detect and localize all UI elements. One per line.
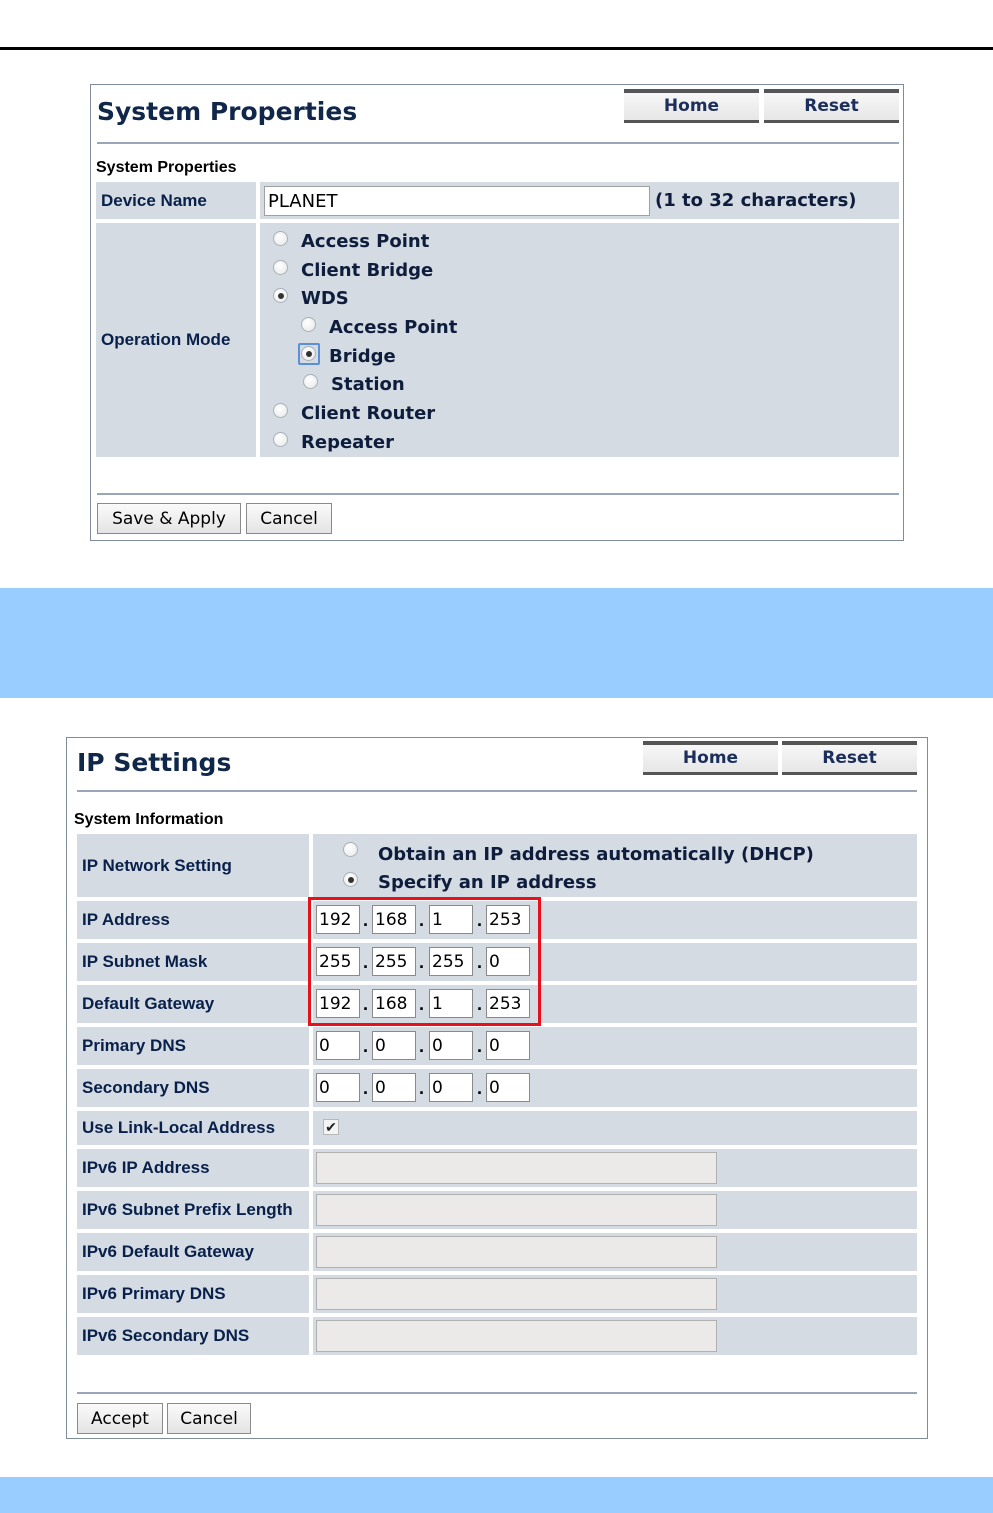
- radio-access-point[interactable]: [273, 231, 288, 246]
- radio-static-ip[interactable]: [343, 872, 358, 887]
- reset-button[interactable]: Reset: [782, 741, 917, 775]
- octet-separator: .: [477, 1078, 483, 1098]
- option-access-point: Access Point: [301, 231, 430, 252]
- octet-separator: .: [477, 1036, 483, 1056]
- default-gateway-label: Default Gateway: [77, 985, 309, 1023]
- section-label: System Information: [74, 811, 224, 828]
- ipv6-prefix-input[interactable]: [316, 1194, 717, 1226]
- ip-network-setting-label: IP Network Setting: [77, 834, 309, 897]
- save-apply-button[interactable]: Save & Apply: [97, 503, 241, 534]
- secondary-dns-octet-3[interactable]: [429, 1073, 473, 1102]
- home-button[interactable]: Home: [643, 741, 778, 775]
- option-static-ip: Specify an IP address: [378, 872, 597, 893]
- footer-divider: [97, 493, 899, 495]
- device-name-hint: (1 to 32 characters): [655, 190, 857, 211]
- footer-divider: [77, 1392, 917, 1394]
- page-title: IP Settings: [77, 748, 232, 777]
- primary-dns-octet-3[interactable]: [429, 1031, 473, 1060]
- ip-address-label: IP Address: [77, 901, 309, 939]
- octet-separator: .: [363, 1036, 369, 1056]
- device-name-input[interactable]: [264, 186, 650, 216]
- radio-wds[interactable]: [273, 288, 288, 303]
- secondary-dns-octet-1[interactable]: [316, 1073, 360, 1102]
- ipv6-prefix-label: IPv6 Subnet Prefix Length: [77, 1191, 309, 1229]
- title-divider: [77, 790, 917, 792]
- ip-settings-panel: IP Settings Home Reset System Informatio…: [66, 737, 928, 1439]
- option-client-bridge: Client Bridge: [301, 260, 434, 281]
- cancel-button[interactable]: Cancel: [246, 503, 332, 534]
- cancel-button[interactable]: Cancel: [167, 1403, 251, 1434]
- highlight-box: [308, 897, 541, 1026]
- primary-dns-octet-4[interactable]: [486, 1031, 530, 1060]
- option-dhcp: Obtain an IP address automatically (DHCP…: [378, 844, 814, 865]
- radio-wds-bridge[interactable]: [301, 346, 316, 361]
- top-rule: [0, 47, 993, 50]
- radio-client-router[interactable]: [273, 403, 288, 418]
- ipv6-secondary-dns-input[interactable]: [316, 1320, 717, 1352]
- radio-wds-station[interactable]: [303, 374, 318, 389]
- ipv6-gateway-input[interactable]: [316, 1236, 717, 1268]
- ipv6-ip-address-label: IPv6 IP Address: [77, 1149, 309, 1187]
- radio-client-bridge[interactable]: [273, 260, 288, 275]
- ipv6-gateway-label: IPv6 Default Gateway: [77, 1233, 309, 1271]
- operation-mode-label: Operation Mode: [96, 223, 256, 457]
- link-local-checkbox[interactable]: ✔: [323, 1119, 339, 1135]
- option-wds-station: Station: [331, 374, 405, 395]
- page-title: System Properties: [97, 97, 358, 126]
- section-label: System Properties: [96, 159, 237, 176]
- secondary-dns-label: Secondary DNS: [77, 1069, 309, 1107]
- ipv6-primary-dns-label: IPv6 Primary DNS: [77, 1275, 309, 1313]
- secondary-dns-octet-2[interactable]: [372, 1073, 416, 1102]
- octet-separator: .: [419, 1036, 425, 1056]
- subnet-mask-label: IP Subnet Mask: [77, 943, 309, 981]
- home-button[interactable]: Home: [624, 89, 759, 123]
- link-local-row: [313, 1111, 917, 1145]
- ipv6-secondary-dns-label: IPv6 Secondary DNS: [77, 1317, 309, 1355]
- device-name-label: Device Name: [96, 182, 256, 219]
- option-wds: WDS: [301, 288, 349, 309]
- radio-repeater[interactable]: [273, 432, 288, 447]
- octet-separator: .: [363, 1078, 369, 1098]
- primary-dns-octet-1[interactable]: [316, 1031, 360, 1060]
- accept-button[interactable]: Accept: [77, 1403, 163, 1434]
- ipv6-primary-dns-input[interactable]: [316, 1278, 717, 1310]
- system-properties-panel: System Properties Home Reset System Prop…: [90, 84, 904, 541]
- option-repeater: Repeater: [301, 432, 394, 453]
- primary-dns-label: Primary DNS: [77, 1027, 309, 1065]
- ipv6-ip-address-input[interactable]: [316, 1152, 717, 1184]
- separator-band-bottom: [0, 1477, 993, 1513]
- radio-dhcp[interactable]: [343, 842, 358, 857]
- title-divider: [97, 142, 899, 144]
- link-local-label: Use Link-Local Address: [77, 1111, 309, 1145]
- primary-dns-octet-2[interactable]: [372, 1031, 416, 1060]
- separator-band: [0, 588, 993, 698]
- radio-wds-access-point[interactable]: [301, 317, 316, 332]
- octet-separator: .: [419, 1078, 425, 1098]
- option-wds-bridge: Bridge: [329, 346, 396, 367]
- secondary-dns-octet-4[interactable]: [486, 1073, 530, 1102]
- option-client-router: Client Router: [301, 403, 436, 424]
- reset-button[interactable]: Reset: [764, 89, 899, 123]
- option-wds-access-point: Access Point: [329, 317, 458, 338]
